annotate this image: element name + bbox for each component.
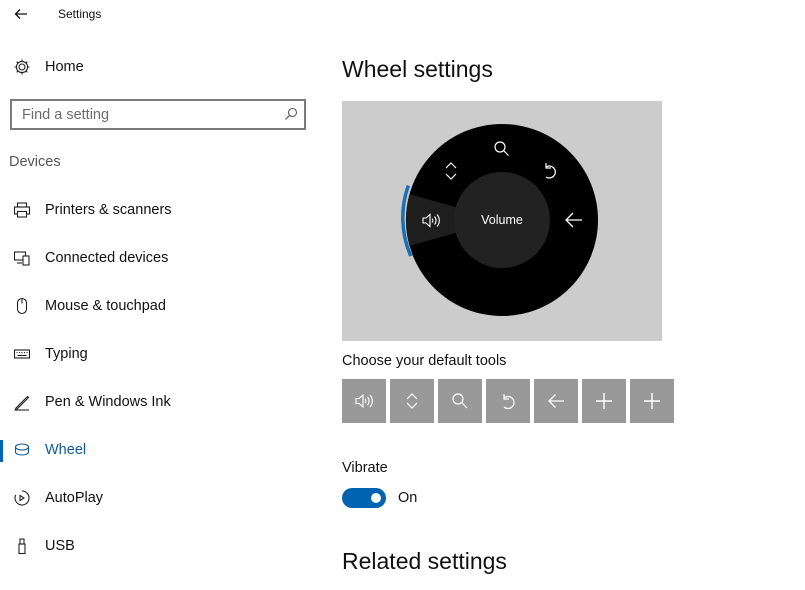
wheel-preview: Volume xyxy=(342,101,662,341)
sidebar-item-label: Home xyxy=(45,59,84,75)
sidebar-item-mouse-touchpad[interactable]: Mouse & touchpad xyxy=(0,288,320,324)
sidebar-item-printers-scanners[interactable]: Printers & scanners xyxy=(0,192,320,228)
wheel-dial: Volume xyxy=(401,124,598,316)
tool-undo-button[interactable] xyxy=(486,379,530,423)
related-settings-title: Related settings xyxy=(342,548,507,574)
wheel-center-label: Volume xyxy=(481,213,523,227)
sidebar-item-wheel[interactable]: Wheel xyxy=(0,432,320,468)
vibrate-label: Vibrate xyxy=(342,460,388,476)
sidebar-item-label: Connected devices xyxy=(45,250,169,266)
section-label: Devices xyxy=(9,154,61,170)
gear-icon xyxy=(12,57,32,77)
search-box xyxy=(10,99,306,130)
connected-devices-icon xyxy=(12,248,32,268)
keyboard-icon xyxy=(12,344,32,364)
add-tool-button[interactable] xyxy=(582,379,626,423)
undo-icon xyxy=(503,394,515,410)
sidebar-item-label: Typing xyxy=(45,346,88,362)
sidebar-item-label: Wheel xyxy=(45,442,87,458)
add-tool-button[interactable] xyxy=(630,379,674,423)
back-button[interactable] xyxy=(8,3,34,25)
scroll-icon xyxy=(406,393,418,409)
printer-icon xyxy=(12,200,32,220)
vibrate-toggle[interactable] xyxy=(342,488,386,508)
sidebar-item-autoplay[interactable]: AutoPlay xyxy=(0,480,320,516)
vibrate-state: On xyxy=(398,490,418,506)
sidebar-item-label: Mouse & touchpad xyxy=(45,298,166,314)
app-title: Settings xyxy=(58,7,102,21)
tools-label: Choose your default tools xyxy=(342,353,507,369)
title-bar: Settings xyxy=(0,0,805,30)
sidebar-item-label: USB xyxy=(45,538,75,554)
volume-icon xyxy=(355,393,373,409)
usb-icon xyxy=(12,536,32,556)
sidebar-item-label: Printers & scanners xyxy=(45,202,172,218)
search-input[interactable] xyxy=(12,101,274,128)
sidebar: Home Devices Printers & scanners Connect… xyxy=(0,30,320,590)
sidebar-item-connected-devices[interactable]: Connected devices xyxy=(0,240,320,276)
main-content: Wheel settings Volume Choose your defaul… xyxy=(320,30,805,590)
tool-back-arrow-button[interactable] xyxy=(534,379,578,423)
wheel-icon xyxy=(12,440,32,460)
add-icon xyxy=(596,393,612,409)
search-icon[interactable] xyxy=(284,107,298,121)
tool-scroll-button[interactable] xyxy=(390,379,434,423)
sidebar-item-typing[interactable]: Typing xyxy=(0,336,320,372)
toggle-knob xyxy=(371,493,381,503)
sidebar-item-pen-windows-ink[interactable]: Pen & Windows Ink xyxy=(0,384,320,420)
active-indicator xyxy=(0,440,3,462)
tool-volume-button[interactable] xyxy=(342,379,386,423)
pen-icon xyxy=(12,392,32,412)
sidebar-item-label: AutoPlay xyxy=(45,490,104,506)
tool-zoom-button[interactable] xyxy=(438,379,482,423)
tools-row xyxy=(342,379,674,423)
sidebar-item-usb[interactable]: USB xyxy=(0,528,320,564)
page-title: Wheel settings xyxy=(342,56,493,82)
mouse-icon xyxy=(12,296,32,316)
back-arrow-icon xyxy=(14,9,27,19)
back-arrow-icon xyxy=(548,394,564,408)
sidebar-item-label: Pen & Windows Ink xyxy=(45,394,171,410)
autoplay-icon xyxy=(12,488,32,508)
zoom-icon xyxy=(452,393,468,409)
sidebar-item-home[interactable]: Home xyxy=(0,54,320,80)
add-icon xyxy=(644,393,660,409)
